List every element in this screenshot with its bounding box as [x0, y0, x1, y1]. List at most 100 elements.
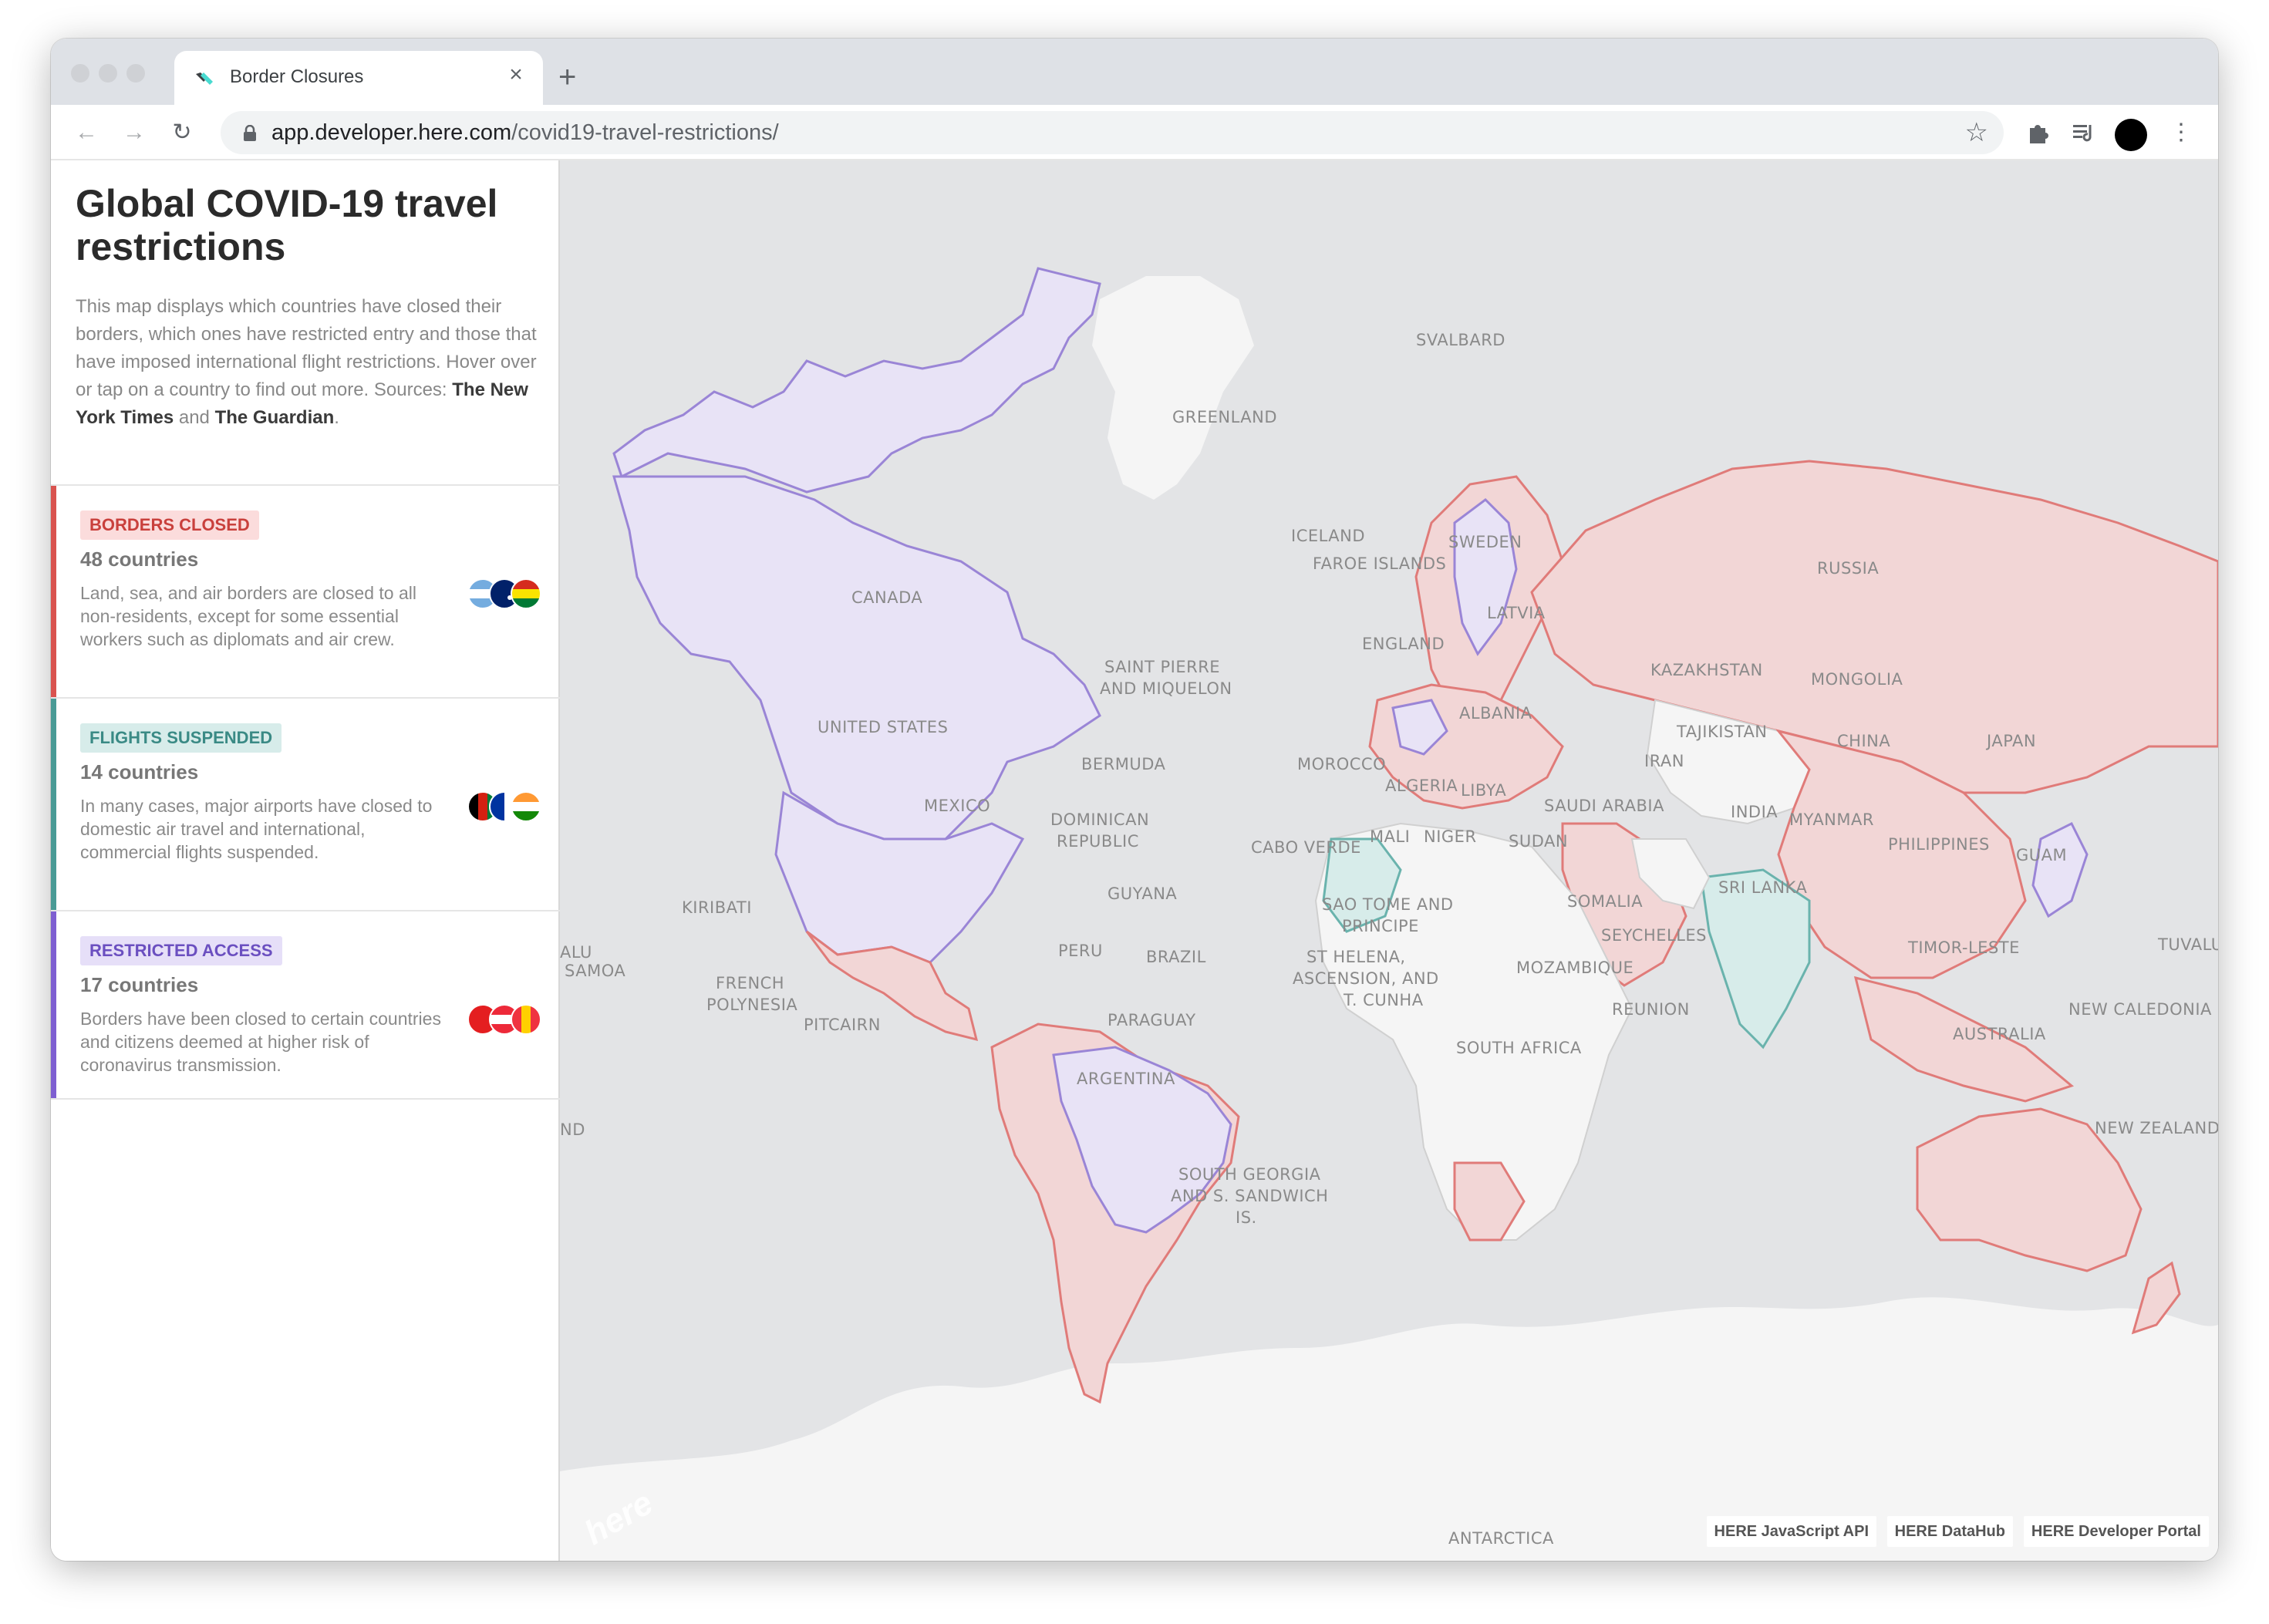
map-label: SRI LANKA: [1718, 878, 1807, 897]
map-label: TAJIKISTAN: [1676, 723, 1768, 741]
map-label: PRINCIPE: [1342, 917, 1419, 935]
map-label: BERMUDA: [1081, 755, 1166, 773]
map-label: CABO VERDE: [1251, 838, 1361, 857]
reload-icon[interactable]: ↻: [167, 117, 197, 148]
page-title: Global COVID-19 travel restrictions: [76, 182, 498, 268]
map-label: NEW CALEDONIA: [2068, 1000, 2212, 1019]
map-label: MYANMAR: [1789, 810, 1874, 829]
map-label: ANTARCTICA: [1448, 1529, 1554, 1548]
world-map[interactable]: SVALBARD GREENLAND ICELAND FAROE ISLANDS…: [560, 160, 2218, 1561]
flag-group: [467, 791, 544, 825]
attribution-link[interactable]: HERE DataHub: [1886, 1516, 2013, 1547]
page-content: Global COVID-19 travel restrictions This…: [51, 160, 2218, 1561]
attribution-link[interactable]: HERE JavaScript API: [1706, 1516, 1876, 1547]
greenland-landmass[interactable]: [1092, 276, 1254, 500]
map-label: ALGERIA: [1385, 777, 1458, 795]
flag-icon: [511, 1004, 541, 1035]
minimize-window-button[interactable]: [99, 64, 117, 83]
map-label: MONGOLIA: [1811, 670, 1903, 689]
map-label: TUVALU: [2157, 935, 2218, 954]
map-label: GUAM: [2016, 846, 2067, 864]
description-end: .: [334, 407, 339, 428]
map-label: JAPAN: [1985, 732, 2036, 750]
legend-description: Borders have been closed to certain coun…: [80, 1009, 441, 1075]
extensions-puzzle-icon[interactable]: [2024, 119, 2052, 147]
map-label: SAUDI ARABIA: [1544, 797, 1664, 815]
lock-icon: [244, 125, 256, 141]
map-label: DOMINICAN: [1050, 810, 1149, 829]
tab-close-icon[interactable]: ×: [503, 62, 529, 88]
map-label: TIMOR-LESTE: [1907, 938, 2020, 957]
map-label: REUNION: [1612, 1000, 1690, 1019]
map-label: SEYCHELLES: [1601, 926, 1707, 945]
status-badge: FLIGHTS SUSPENDED: [80, 723, 282, 753]
map-label: AND S. SANDWICH: [1171, 1187, 1328, 1205]
map-label: FAROE ISLANDS: [1313, 554, 1446, 573]
status-badge: RESTRICTED ACCESS: [80, 936, 282, 965]
profile-avatar[interactable]: [2115, 119, 2147, 151]
map-label: ARGENTINA: [1077, 1070, 1175, 1088]
map-label: ST HELENA,: [1306, 948, 1406, 966]
map-label: ALU: [560, 943, 592, 962]
bolivia-flag-icon: [511, 578, 541, 609]
back-icon[interactable]: ←: [71, 117, 102, 148]
map-label: KIRIBATI: [682, 898, 752, 917]
country-count: 14 countries: [80, 760, 199, 783]
map-label: POLYNESIA: [706, 996, 797, 1014]
flag-group: [467, 1004, 544, 1038]
map-label: SAO TOME AND: [1322, 895, 1454, 914]
map-label: IS.: [1236, 1208, 1257, 1227]
forward-icon[interactable]: →: [119, 117, 150, 148]
map-label: PITCAIRN: [804, 1016, 881, 1034]
country-count: 17 countries: [80, 973, 199, 996]
legend-description: In many cases, major airports have close…: [80, 796, 433, 862]
map-label: REPUBLIC: [1057, 832, 1139, 851]
map-label: NEW ZEALAND: [2095, 1119, 2218, 1137]
status-badge: BORDERS CLOSED: [80, 510, 259, 540]
map-label: CANADA: [851, 588, 922, 607]
legend-color-bar: [51, 699, 56, 910]
map-label: NIGER: [1424, 827, 1477, 846]
browser-toolbar: ← → ↻ app.developer.here.com/covid19-tra…: [51, 105, 2218, 160]
description-and: and: [174, 407, 215, 428]
close-window-button[interactable]: [71, 64, 89, 83]
map-label: SWEDEN: [1448, 533, 1522, 551]
attribution-link[interactable]: HERE Developer Portal: [2023, 1516, 2209, 1547]
address-bar[interactable]: app.developer.here.com/covid19-travel-re…: [221, 111, 2004, 154]
map-label: LIBYA: [1461, 781, 1506, 800]
map-label: BRAZIL: [1146, 948, 1206, 966]
canada-country[interactable]: [612, 475, 1101, 841]
map-label: MOZAMBIQUE: [1516, 959, 1633, 977]
map-label: SOUTH AFRICA: [1456, 1039, 1582, 1057]
browser-window: Border Closures × + ← → ↻ app.developer.…: [51, 39, 2218, 1561]
india-flag-icon: [511, 791, 541, 822]
map-label: AUSTRALIA: [1953, 1025, 2046, 1043]
url-host: app.developer.here.com: [271, 120, 512, 145]
japan-country[interactable]: [2031, 821, 2089, 918]
here-logo-icon: [196, 72, 213, 85]
map-label: ND: [560, 1120, 585, 1139]
more-menu-icon[interactable]: ⋮: [2167, 119, 2195, 147]
legend-flights-suspended[interactable]: FLIGHTS SUSPENDED 14 countries In many c…: [51, 697, 560, 910]
map-label: MEXICO: [924, 797, 990, 815]
map-label: AND MIQUELON: [1100, 679, 1232, 698]
map-label: SVALBARD: [1416, 331, 1505, 349]
media-queue-icon[interactable]: [2070, 119, 2098, 147]
map-label: ALBANIA: [1459, 704, 1532, 723]
bookmark-star-icon[interactable]: ☆: [1965, 117, 1988, 148]
legend-borders-closed[interactable]: BORDERS CLOSED 48 countries Land, sea, a…: [51, 484, 560, 697]
url-text: app.developer.here.com/covid19-travel-re…: [271, 120, 779, 146]
maximize-window-button[interactable]: [126, 64, 145, 83]
map-label: ENGLAND: [1362, 635, 1445, 653]
legend-color-bar: [51, 911, 56, 1098]
map-label: GREENLAND: [1172, 408, 1277, 426]
map-label: MOROCCO: [1297, 755, 1386, 773]
legend-restricted-access[interactable]: RESTRICTED ACCESS 17 countries Borders h…: [51, 910, 560, 1100]
canada-arctic-region[interactable]: [612, 267, 1101, 494]
map-label: PARAGUAY: [1108, 1011, 1196, 1029]
browser-tab[interactable]: Border Closures ×: [174, 51, 543, 105]
map-label: LATVIA: [1487, 604, 1546, 622]
source-guardian-link[interactable]: The Guardian: [215, 407, 335, 428]
map-label: RUSSIA: [1817, 559, 1879, 578]
new-tab-icon[interactable]: +: [558, 62, 576, 93]
